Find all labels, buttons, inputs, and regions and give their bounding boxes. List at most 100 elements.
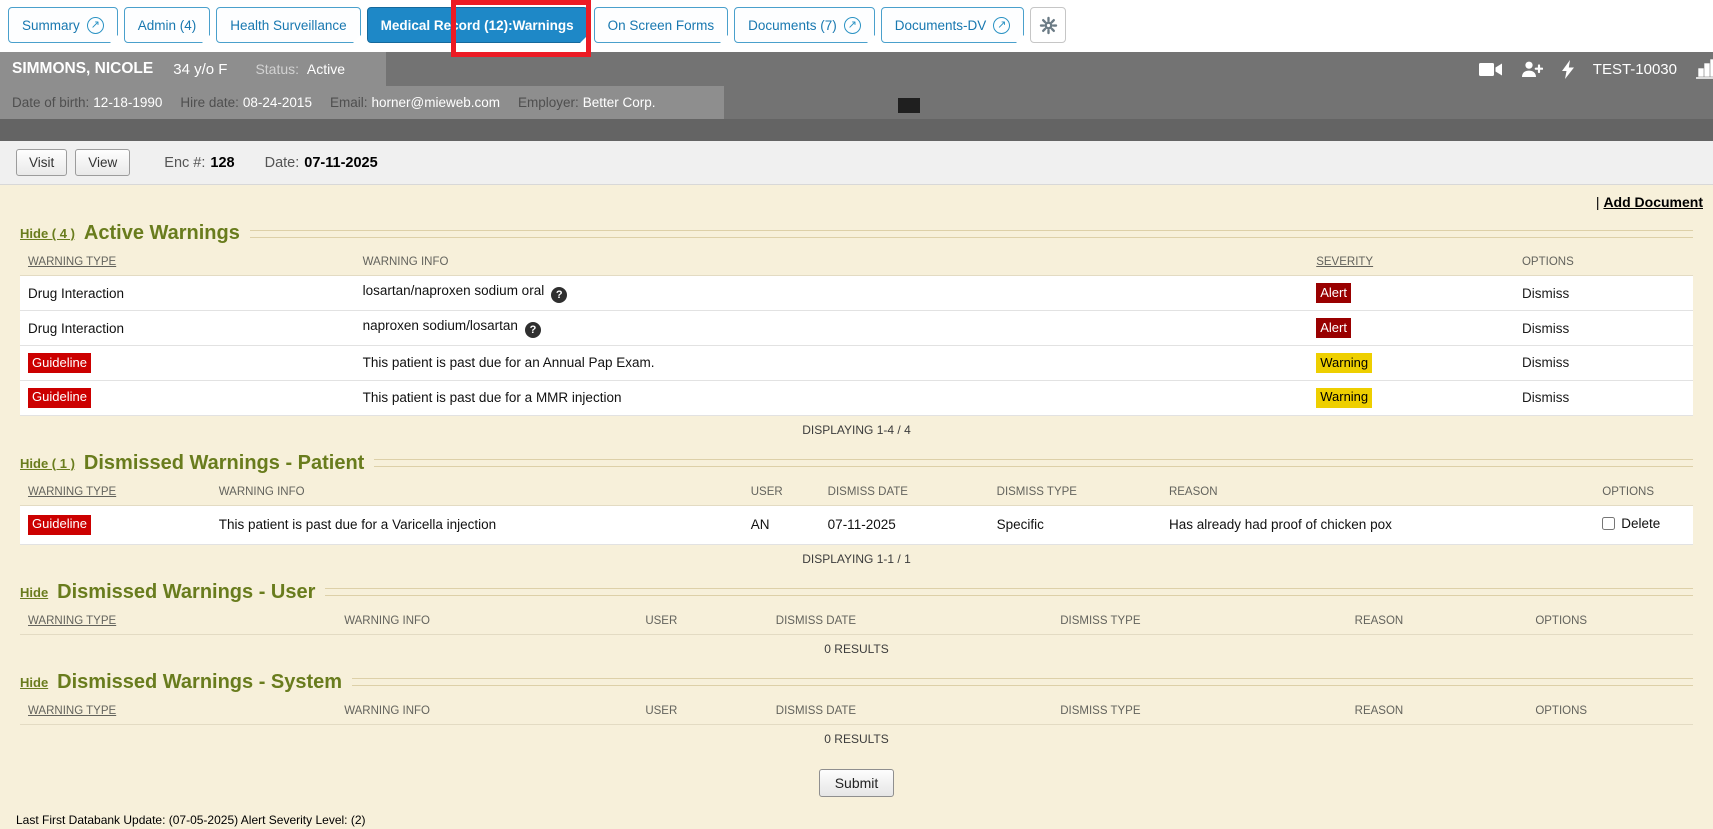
col-options: OPTIONS [1594, 479, 1693, 506]
col-dismiss-date: DISMISS DATE [768, 698, 1052, 725]
heading-rule [374, 459, 1693, 467]
encounter-number: Enc #:128 [164, 155, 234, 171]
sort-warning-type[interactable]: WARNING TYPE [28, 486, 116, 498]
tab-admin[interactable]: Admin (4) [124, 7, 211, 43]
tab-label: On Screen Forms [608, 18, 715, 33]
col-dismiss-type: DISMISS TYPE [1052, 608, 1346, 635]
table-footer-row: 0 RESULTS [20, 634, 1693, 663]
popout-icon[interactable]: ↗ [993, 17, 1010, 34]
field-hire-date: Hire date: 08-24-2015 [180, 95, 312, 110]
table-footer-row: DISPLAYING 1-4 / 4 [20, 415, 1693, 444]
col-warning-info: WARNING INFO [211, 479, 743, 506]
dismissed-user-table: WARNING TYPE WARNING INFO USER DISMISS D… [20, 608, 1693, 663]
warning-info: This patient is past due for an Annual P… [363, 355, 655, 370]
field-label: Email: [330, 95, 368, 110]
heading-rule [325, 588, 1693, 596]
screen: Summary ↗ Admin (4) Health Surveillance … [0, 0, 1713, 829]
results-count: 0 RESULTS [20, 634, 1693, 663]
col-warning-info: WARNING INFO [355, 249, 1309, 276]
delete-option: Delete [1602, 516, 1660, 531]
field-value: 08-24-2015 [243, 95, 312, 110]
heading-rule [352, 678, 1693, 686]
dismissed-system-table: WARNING TYPE WARNING INFO USER DISMISS D… [20, 698, 1693, 753]
field-value: horner@mieweb.com [371, 95, 500, 110]
field-value: 12-18-1990 [93, 95, 162, 110]
status-label: Status: [255, 61, 299, 77]
warning-type-badge: Guideline [28, 515, 91, 535]
date-value: 07-11-2025 [304, 155, 377, 171]
add-document-link[interactable]: Add Document [1603, 194, 1703, 210]
patient-age-sex: 34 y/o F [173, 61, 227, 78]
settings-gear-button[interactable] [1030, 7, 1066, 43]
delete-checkbox[interactable] [1602, 517, 1615, 530]
col-user: USER [637, 608, 767, 635]
severity-badge: Alert [1316, 318, 1351, 338]
tab-health-surveillance[interactable]: Health Surveillance [216, 7, 360, 43]
lightning-bolt-icon[interactable] [1562, 60, 1574, 79]
status-value: Active [307, 61, 345, 77]
help-icon[interactable]: ? [525, 322, 541, 338]
visit-button[interactable]: Visit [16, 149, 67, 176]
dismiss-link[interactable]: Dismiss [1522, 390, 1569, 405]
warning-info: losartan/naproxen sodium oral [363, 283, 545, 298]
col-user: USER [637, 698, 767, 725]
gear-icon [1039, 16, 1058, 35]
tab-label: Admin (4) [138, 18, 197, 33]
field-label: Employer: [518, 95, 579, 110]
section-heading-dismissed-system: Hide Dismissed Warnings - System [0, 668, 1713, 697]
hide-link-active[interactable]: Hide ( 4 ) [20, 226, 75, 241]
tab-documents[interactable]: Documents (7) ↗ [734, 7, 875, 43]
date-label: Date: [265, 155, 300, 171]
sort-warning-type[interactable]: WARNING TYPE [28, 615, 116, 627]
tab-label: Documents-DV [895, 18, 987, 33]
tab-label: Health Surveillance [230, 18, 346, 33]
popout-icon[interactable]: ↗ [87, 17, 104, 34]
field-label: Hire date: [180, 95, 239, 110]
popout-icon[interactable]: ↗ [844, 17, 861, 34]
active-warnings-table: WARNING TYPE WARNING INFO SEVERITY OPTIO… [20, 249, 1693, 444]
hide-link-dismissed-patient[interactable]: Hide ( 1 ) [20, 456, 75, 471]
table-row: Guideline This patient is past due for a… [20, 505, 1693, 544]
tab-documents-dv[interactable]: Documents-DV ↗ [881, 7, 1025, 43]
col-dismiss-date: DISMISS DATE [768, 608, 1052, 635]
warning-info: naproxen sodium/losartan [363, 318, 518, 333]
col-dismiss-type: DISMISS TYPE [989, 479, 1161, 506]
displaying-count: DISPLAYING 1-1 / 1 [20, 544, 1693, 573]
col-options: OPTIONS [1527, 698, 1693, 725]
sort-severity[interactable]: SEVERITY [1316, 256, 1373, 268]
add-user-icon[interactable] [1521, 61, 1543, 78]
view-button[interactable]: View [75, 149, 130, 176]
heading-rule [250, 230, 1693, 238]
submit-button[interactable]: Submit [819, 769, 895, 797]
table-header-row: WARNING TYPE WARNING INFO USER DISMISS D… [20, 698, 1693, 725]
field-date-of-birth: Date of birth:12-18-1990 [12, 95, 162, 110]
dismiss-link[interactable]: Dismiss [1522, 321, 1569, 336]
section-heading-dismissed-patient: Hide ( 1 ) Dismissed Warnings - Patient [0, 449, 1713, 478]
bar-chart-icon[interactable] [1696, 59, 1713, 79]
patient-id: TEST-10030 [1593, 61, 1677, 78]
col-options: OPTIONS [1514, 249, 1693, 276]
table-row: Drug Interaction losartan/naproxen sodiu… [20, 276, 1693, 311]
patient-header-row-1: SIMMONS, NICOLE 34 y/o F Status: Active … [0, 52, 1713, 86]
video-camera-icon[interactable] [1479, 62, 1502, 77]
hide-link-dismissed-system[interactable]: Hide [20, 675, 48, 690]
help-icon[interactable]: ? [551, 287, 567, 303]
hide-link-dismissed-user[interactable]: Hide [20, 585, 48, 600]
col-reason: REASON [1161, 479, 1594, 506]
tab-label: Summary [22, 18, 80, 33]
table-row: Guideline This patient is past due for a… [20, 380, 1693, 415]
sort-warning-type[interactable]: WARNING TYPE [28, 705, 116, 717]
tab-summary[interactable]: Summary ↗ [8, 7, 118, 43]
patient-status: Status: Active [255, 61, 345, 77]
section-heading-dismissed-user: Hide Dismissed Warnings - User [0, 578, 1713, 607]
table-footer-row: 0 RESULTS [20, 724, 1693, 753]
dismiss-link[interactable]: Dismiss [1522, 286, 1569, 301]
col-warning-info: WARNING INFO [336, 608, 637, 635]
field-value: Better Corp. [583, 95, 656, 110]
tab-on-screen-forms[interactable]: On Screen Forms [594, 7, 729, 43]
tab-label: Documents (7) [748, 18, 837, 33]
sort-warning-type[interactable]: WARNING TYPE [28, 256, 116, 268]
dismiss-link[interactable]: Dismiss [1522, 355, 1569, 370]
tab-medical-record-warnings[interactable]: Medical Record (12):Warnings [367, 7, 588, 43]
section-title: Dismissed Warnings - System [57, 671, 342, 694]
